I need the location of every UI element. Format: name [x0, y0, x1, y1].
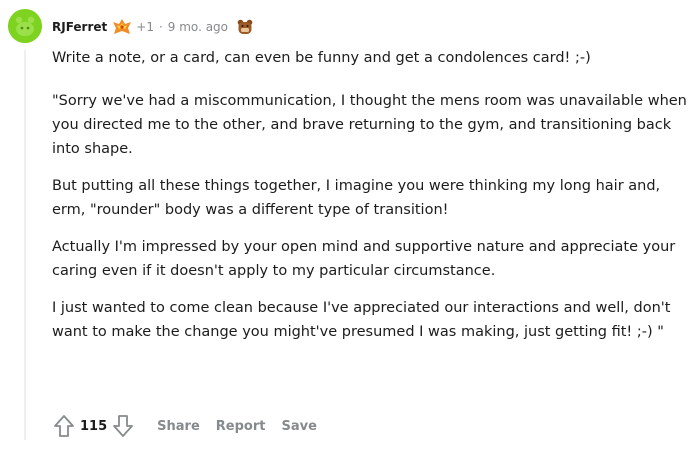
username[interactable]: RJFerret [52, 20, 107, 34]
karma-count: +1 [136, 20, 154, 34]
share-button[interactable]: Share [157, 419, 200, 434]
separator-dot: · [158, 20, 163, 34]
comment-paragraph: "Sorry we've had a miscommunication, I t… [52, 93, 687, 157]
vote-score: 115 [80, 418, 108, 434]
comment-paragraph: But putting all these things together, I… [52, 178, 661, 218]
bear-award-icon[interactable] [236, 18, 254, 36]
snoo-avatar-icon [8, 9, 42, 43]
downvote-arrow-icon [113, 415, 134, 437]
comment-actions: 115 Share Report Save [52, 413, 317, 439]
comment-header: RJFerret +1 · 9 mo. ago [52, 17, 254, 37]
comment-body: Write a note, or a card, can even be fun… [52, 46, 692, 357]
avatar[interactable] [8, 9, 42, 43]
comment-paragraph: I just wanted to come clean because I've… [52, 300, 671, 340]
save-button[interactable]: Save [281, 419, 316, 434]
report-button[interactable]: Report [216, 419, 266, 434]
comment: RJFerret +1 · 9 mo. ago Write a note, or… [0, 0, 700, 456]
thread-line[interactable] [24, 50, 26, 440]
comment-paragraph: Write a note, or a card, can even be fun… [52, 50, 591, 66]
upvote-button[interactable] [52, 413, 76, 439]
comment-paragraph: Actually I'm impressed by your open mind… [52, 239, 676, 279]
downvote-button[interactable] [111, 413, 135, 439]
upvote-arrow-icon [54, 415, 74, 437]
firebird-flair-icon [112, 18, 132, 36]
comment-age[interactable]: 9 mo. ago [168, 20, 228, 34]
